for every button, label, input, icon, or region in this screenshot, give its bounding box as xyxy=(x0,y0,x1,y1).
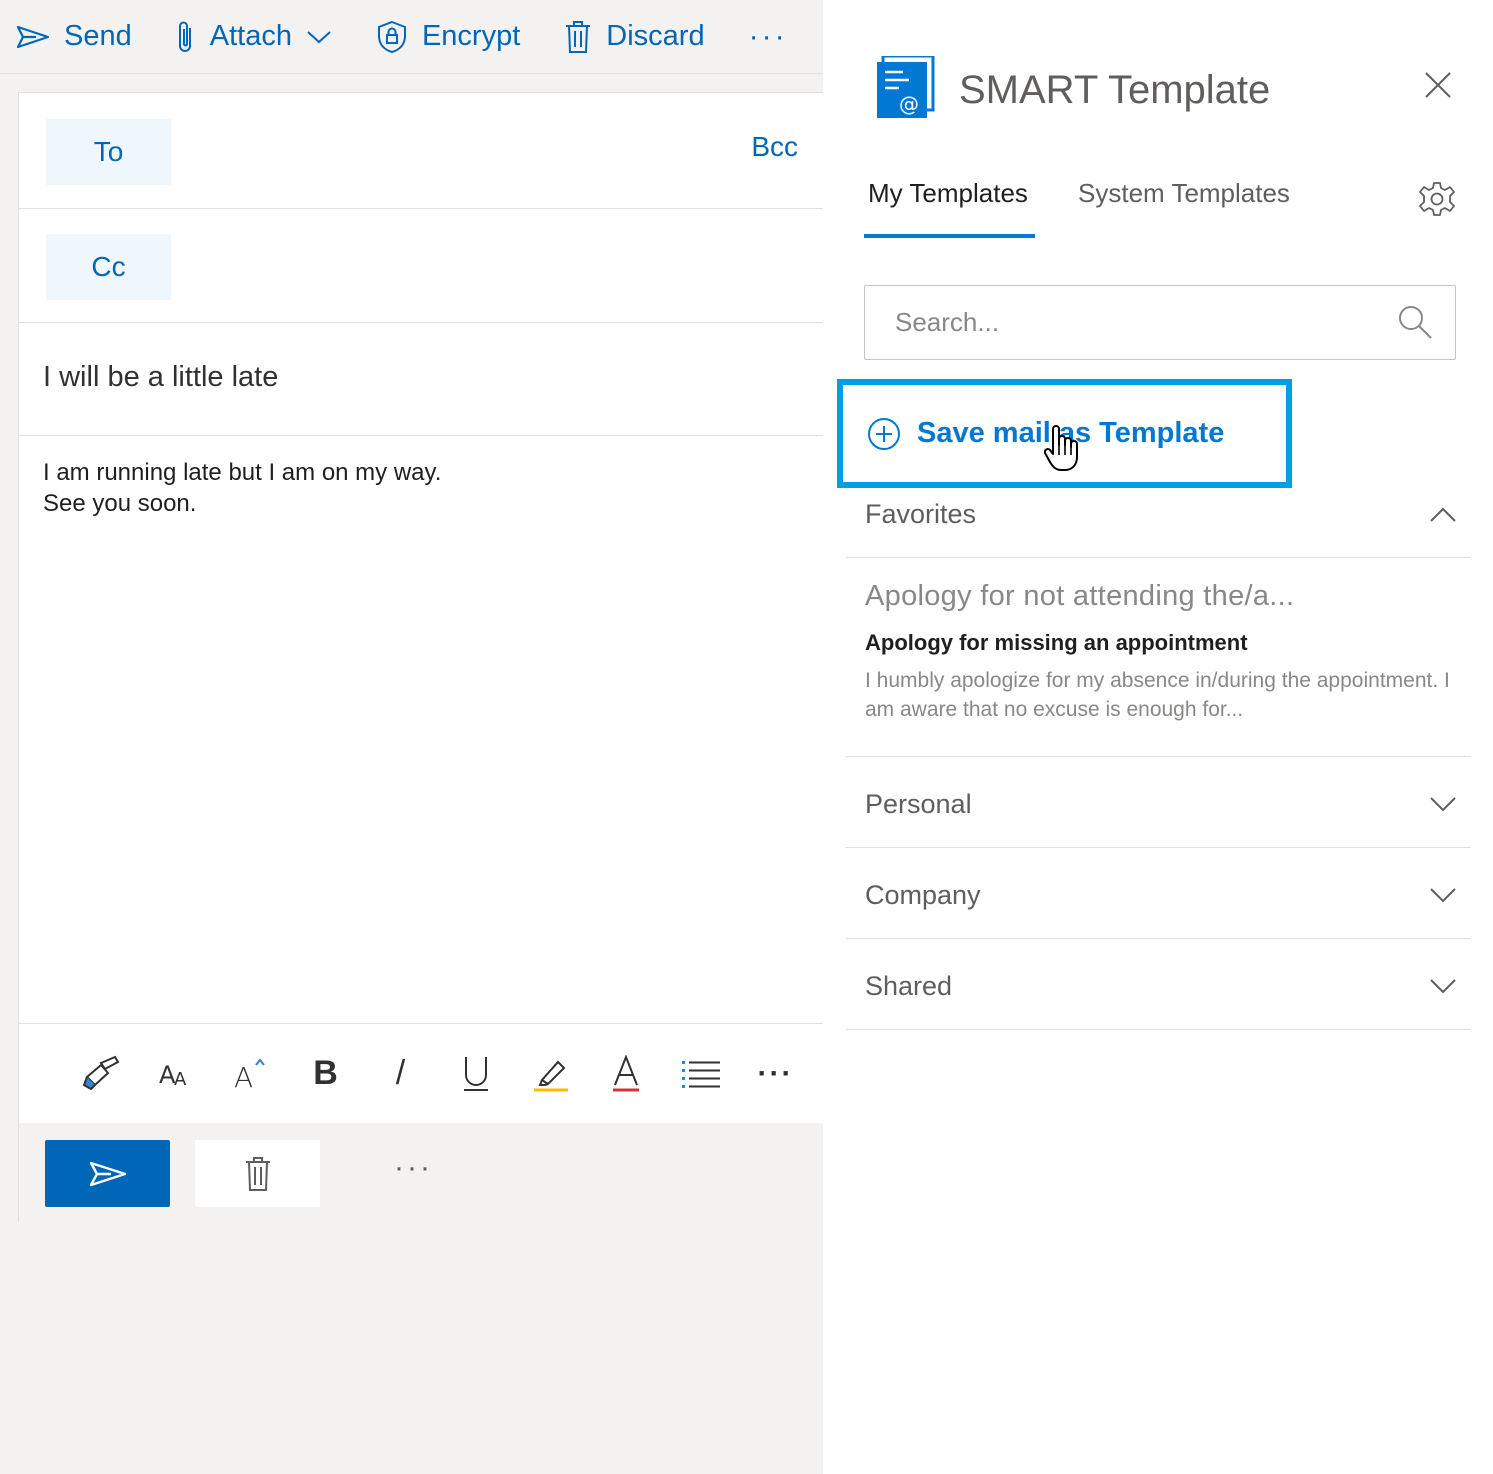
font-size-button[interactable]: AA xyxy=(138,1044,213,1104)
font-grow-button[interactable]: A xyxy=(213,1044,288,1104)
attach-label: Attach xyxy=(209,20,292,52)
send-icon xyxy=(16,25,50,48)
cc-row: Cc xyxy=(19,209,824,323)
format-painter-icon xyxy=(82,1055,119,1090)
format-more-button[interactable]: ··· xyxy=(738,1044,813,1104)
favorites-label: Favorites xyxy=(865,499,977,529)
search-icon[interactable] xyxy=(1397,304,1433,340)
personal-section-header[interactable]: Personal xyxy=(846,757,1471,848)
subject-row[interactable]: I will be a little late xyxy=(19,323,824,436)
chevron-down-icon[interactable] xyxy=(1429,977,1457,995)
svg-text:A: A xyxy=(174,1069,187,1089)
cc-button[interactable]: Cc xyxy=(46,234,171,300)
highlight-button[interactable] xyxy=(513,1044,588,1104)
encrypt-toolbar-button[interactable]: Encrypt xyxy=(376,20,520,54)
shared-section-header[interactable]: Shared xyxy=(846,939,1471,1030)
add-circle-icon xyxy=(868,417,900,450)
close-icon xyxy=(1425,72,1451,98)
shield-lock-icon xyxy=(377,20,406,53)
encrypt-label: Encrypt xyxy=(421,20,521,52)
send-label: Send xyxy=(64,20,132,52)
favorites-list: Apology for not attending the/a... Apolo… xyxy=(846,558,1471,757)
paperclip-icon xyxy=(178,21,191,52)
italic-icon: / xyxy=(395,1054,406,1092)
favorite-group-title[interactable]: Apology for not attending the/a... xyxy=(865,580,1294,613)
bold-icon: B xyxy=(313,1054,338,1092)
compose-card: To Bcc Cc I will be a little late I am r… xyxy=(18,92,824,1223)
italic-button[interactable]: / xyxy=(363,1044,438,1104)
gear-icon xyxy=(1419,182,1455,216)
template-item-description[interactable]: I humbly apologize for my absence in/dur… xyxy=(865,666,1455,724)
search-input[interactable] xyxy=(895,286,1375,359)
body-line: See you soon. xyxy=(43,490,197,517)
tab-my-templates[interactable]: My Templates xyxy=(868,178,1028,209)
bold-button[interactable]: B xyxy=(288,1044,363,1104)
svg-text:@: @ xyxy=(899,92,919,116)
trash-icon xyxy=(245,1156,270,1191)
template-tabs: My Templates System Templates xyxy=(864,170,1464,240)
bullets-button[interactable] xyxy=(663,1044,738,1104)
settings-button[interactable] xyxy=(1419,181,1455,217)
highlight-icon xyxy=(533,1060,568,1091)
smart-template-logo: @ xyxy=(877,56,935,118)
compose-pane: Send Attach Encrypt Discard ··· To Bcc C… xyxy=(0,0,824,1474)
format-painter-button[interactable] xyxy=(63,1044,138,1104)
discard-button[interactable] xyxy=(195,1140,320,1207)
font-grow-icon: A xyxy=(234,1057,265,1091)
to-button[interactable]: To xyxy=(46,119,171,185)
attach-toolbar-button[interactable]: Attach xyxy=(176,20,332,54)
search-box xyxy=(864,285,1456,360)
bullets-icon xyxy=(681,1060,720,1088)
discard-label: Discard xyxy=(606,20,705,52)
to-row: To Bcc xyxy=(19,93,824,209)
company-section-header[interactable]: Company xyxy=(846,848,1471,939)
compose-toolbar: Send Attach Encrypt Discard ··· xyxy=(0,0,823,74)
personal-label: Personal xyxy=(865,789,972,819)
company-label: Company xyxy=(865,880,981,910)
template-item-title[interactable]: Apology for missing an appointment xyxy=(865,630,1248,656)
active-tab-indicator xyxy=(864,234,1035,238)
chevron-down-icon[interactable] xyxy=(1429,795,1457,813)
chevron-down-icon[interactable] xyxy=(1429,886,1457,904)
underline-icon xyxy=(463,1056,488,1091)
addin-header: @ SMART Template xyxy=(823,0,1493,150)
chevron-down-icon[interactable] xyxy=(306,29,332,45)
message-body[interactable]: I am running late but I am on my way. Se… xyxy=(43,457,441,519)
compose-action-bar: ··· xyxy=(19,1123,824,1223)
favorites-section-header[interactable]: Favorites xyxy=(846,490,1471,558)
toolbar-more-button[interactable]: ··· xyxy=(749,20,788,54)
save-mail-as-template-button[interactable]: Save mail as Template xyxy=(837,379,1292,488)
underline-button[interactable] xyxy=(438,1044,513,1104)
tab-system-templates[interactable]: System Templates xyxy=(1078,178,1290,209)
font-color-button[interactable] xyxy=(588,1044,663,1104)
hand-pointer-icon xyxy=(1043,425,1078,471)
trash-icon xyxy=(566,20,591,53)
close-button[interactable] xyxy=(1419,66,1457,104)
font-size-icon: AA xyxy=(159,1061,187,1089)
action-more-button[interactable]: ··· xyxy=(394,1151,433,1185)
send-toolbar-button[interactable]: Send xyxy=(16,20,132,53)
font-color-icon xyxy=(612,1054,639,1091)
shared-label: Shared xyxy=(865,971,953,1001)
format-toolbar: AA A B / ··· xyxy=(19,1023,824,1123)
send-icon xyxy=(89,1161,126,1186)
more-icon: ··· xyxy=(757,1056,794,1090)
subject-field[interactable]: I will be a little late xyxy=(43,361,278,394)
smart-template-pane: @ SMART Template My Templates System Tem… xyxy=(823,0,1493,1474)
chevron-up-icon[interactable] xyxy=(1429,506,1457,524)
body-line: I am running late but I am on my way. xyxy=(43,459,442,486)
bcc-link[interactable]: Bcc xyxy=(751,131,798,163)
addin-title: SMART Template xyxy=(959,68,1271,112)
discard-toolbar-button[interactable]: Discard xyxy=(564,20,705,54)
send-button[interactable] xyxy=(45,1140,170,1207)
svg-text:A: A xyxy=(234,1061,253,1091)
